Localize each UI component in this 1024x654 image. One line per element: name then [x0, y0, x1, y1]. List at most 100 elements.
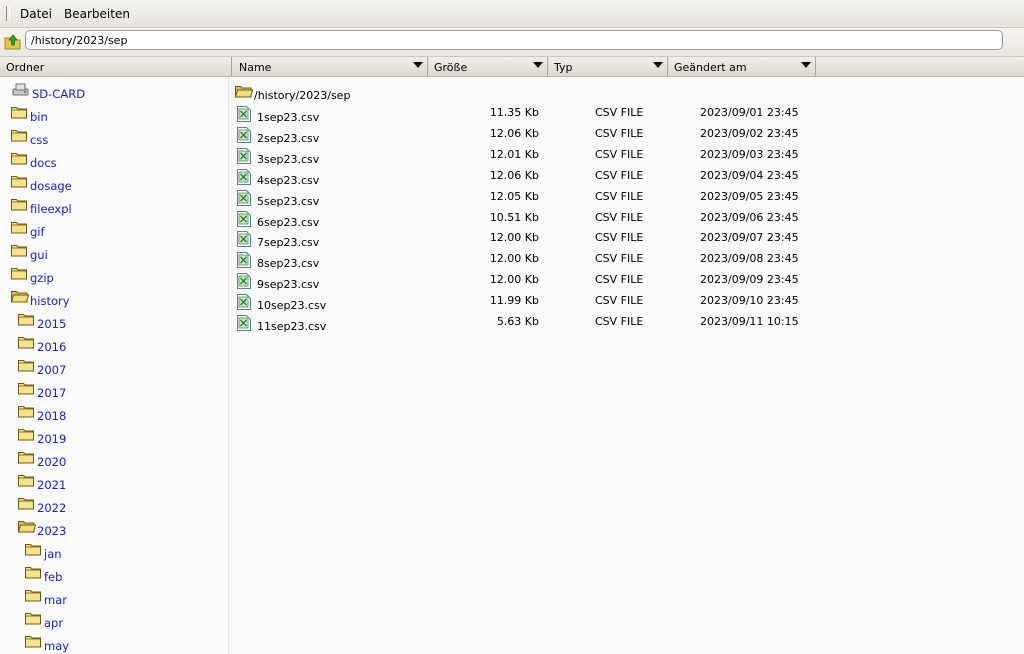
file-row[interactable]: 5sep23.csv 12.05 Kb CSV FILE 2023/09/05 23:…	[229, 189, 829, 210]
current-folder-row[interactable]: /history/2023/sep	[229, 85, 529, 103]
file-type: CSV FILE	[595, 210, 644, 224]
file-modified: 2023/09/07 23:45	[700, 231, 799, 245]
file-name: 2sep23.csv	[257, 131, 320, 145]
folder-up-icon[interactable]	[4, 32, 22, 50]
tree-item-label: css	[30, 133, 49, 147]
sort-type-dropdown-icon[interactable]	[653, 62, 663, 68]
file-list: /history/2023/sep 1sep23.csv 11.35 Kb CSV …	[229, 77, 1024, 654]
tree-item-label: 2017	[37, 386, 67, 400]
column-header-row: Ordner Name Größe Typ Geändert am	[0, 57, 1024, 77]
folder-closed-icon	[11, 175, 27, 188]
file-modified: 2023/09/09 23:45	[700, 273, 799, 287]
file-name: 3sep23.csv	[257, 152, 320, 166]
header-size-label: Größe	[434, 61, 468, 74]
folder-closed-icon	[25, 589, 41, 602]
folder-closed-icon	[11, 267, 27, 280]
header-type[interactable]: Typ	[548, 57, 668, 76]
menu-bearbeiten[interactable]: Bearbeiten	[64, 7, 130, 21]
file-row[interactable]: 6sep23.csv 10.51 Kb CSV FILE 2023/09/06 23:…	[229, 210, 829, 231]
file-type: CSV FILE	[595, 231, 644, 245]
drive-icon	[12, 83, 29, 96]
tree-item-label: 2015	[37, 317, 67, 331]
folder-closed-icon	[18, 497, 34, 510]
header-name[interactable]: Name	[232, 57, 428, 76]
file-size: 12.06 Kb	[489, 168, 539, 182]
file-modified: 2023/09/08 23:45	[700, 252, 799, 266]
tree-item-label: gif	[30, 225, 45, 239]
file-type: CSV FILE	[595, 168, 644, 182]
address-input[interactable]	[25, 30, 1003, 50]
file-size: 11.99 Kb	[489, 294, 539, 308]
folder-closed-icon	[25, 566, 41, 579]
folder-closed-icon	[18, 474, 34, 487]
sort-modified-dropdown-icon[interactable]	[801, 62, 811, 68]
csv-file-icon	[237, 231, 251, 248]
header-type-label: Typ	[554, 61, 573, 74]
folder-closed-icon	[18, 336, 34, 349]
folder-open-icon	[234, 85, 254, 98]
tree-item-label: 2019	[37, 432, 67, 446]
tree-item-label: jan	[44, 547, 62, 561]
header-folders-label: Ordner	[6, 61, 45, 74]
toolbar-grip[interactable]	[6, 6, 10, 21]
tree-item-label: fileexpl	[30, 202, 72, 216]
csv-file-icon	[237, 168, 251, 185]
sort-name-dropdown-icon[interactable]	[413, 62, 423, 68]
tree-item-label: docs	[30, 156, 57, 170]
file-modified: 2023/09/02 23:45	[700, 126, 799, 140]
file-row[interactable]: 1sep23.csv 11.35 Kb CSV FILE 2023/09/01 23:…	[229, 106, 829, 126]
tree-item-label: feb	[44, 570, 63, 584]
file-type: CSV FILE	[595, 106, 644, 119]
file-row[interactable]: 9sep23.csv 12.00 Kb CSV FILE 2023/09/09 23:…	[229, 273, 829, 293]
file-row[interactable]: 2sep23.csv 12.06 Kb CSV FILE 2023/09/02 23:…	[229, 126, 829, 147]
file-modified: 2023/09/06 23:45	[700, 210, 799, 224]
file-row[interactable]: 11sep23.csv 5.63 Kb CSV FILE 2023/09/11 10:…	[229, 315, 829, 335]
menu-datei[interactable]: Datei	[20, 7, 52, 21]
file-row[interactable]: 10sep23.csv 11.99 Kb CSV FILE 2023/09/10 23…	[229, 294, 829, 314]
folder-closed-icon	[25, 612, 41, 625]
folder-closed-icon	[18, 359, 34, 372]
tree-item-label: 2022	[37, 501, 67, 515]
file-type: CSV FILE	[595, 126, 644, 140]
file-modified: 2023/09/01 23:45	[700, 106, 799, 119]
folder-open-icon	[10, 290, 30, 303]
csv-file-icon	[237, 147, 251, 164]
file-name: 7sep23.csv	[257, 236, 320, 250]
tree-item-label: history	[30, 294, 70, 308]
folder-closed-icon	[25, 543, 41, 556]
header-modified[interactable]: Geändert am	[668, 57, 816, 76]
folder-closed-icon	[18, 313, 34, 326]
csv-file-icon	[237, 252, 251, 269]
file-type: CSV FILE	[595, 315, 644, 328]
tree-item-label: 2023	[37, 524, 67, 538]
file-name: 11sep23.csv	[257, 320, 327, 333]
file-modified: 2023/09/11 10:15	[700, 315, 799, 328]
folder-tree: SD-CARD bin css docs dosage fileexpl gif gui gz…	[0, 77, 229, 654]
file-modified: 2023/09/03 23:45	[700, 147, 799, 161]
file-name: 5sep23.csv	[257, 194, 320, 208]
file-row[interactable]: 7sep23.csv 12.00 Kb CSV FILE 2023/09/07 23:…	[229, 231, 829, 251]
file-size: 12.00 Kb	[489, 231, 539, 245]
header-folders: Ordner	[0, 57, 232, 76]
file-size: 12.00 Kb	[489, 273, 539, 287]
file-row[interactable]: 8sep23.csv 12.00 Kb CSV FILE 2023/09/08 23:…	[229, 252, 829, 272]
tree-item-label: gzip	[30, 271, 54, 285]
current-folder-label: /history/2023/sep	[254, 89, 351, 102]
file-type: CSV FILE	[595, 273, 644, 287]
folder-closed-icon	[18, 428, 34, 441]
file-name: 10sep23.csv	[257, 299, 327, 313]
file-row[interactable]: 3sep23.csv 12.01 Kb CSV FILE 2023/09/03 23:…	[229, 147, 829, 168]
tree-item-label: may	[44, 639, 70, 653]
file-size: 10.51 Kb	[489, 210, 539, 224]
header-size[interactable]: Größe	[428, 57, 548, 76]
file-size: 12.01 Kb	[489, 147, 539, 161]
file-size: 5.63 Kb	[496, 315, 539, 328]
file-name: 4sep23.csv	[257, 173, 320, 187]
file-type: CSV FILE	[595, 252, 644, 266]
sort-size-dropdown-icon[interactable]	[533, 62, 543, 68]
tree-item-label: apr	[44, 616, 64, 630]
folder-open-icon	[17, 520, 37, 533]
file-row[interactable]: 4sep23.csv 12.06 Kb CSV FILE 2023/09/04 23:…	[229, 168, 829, 189]
address-bar	[0, 28, 1024, 57]
folder-closed-icon	[18, 405, 34, 418]
